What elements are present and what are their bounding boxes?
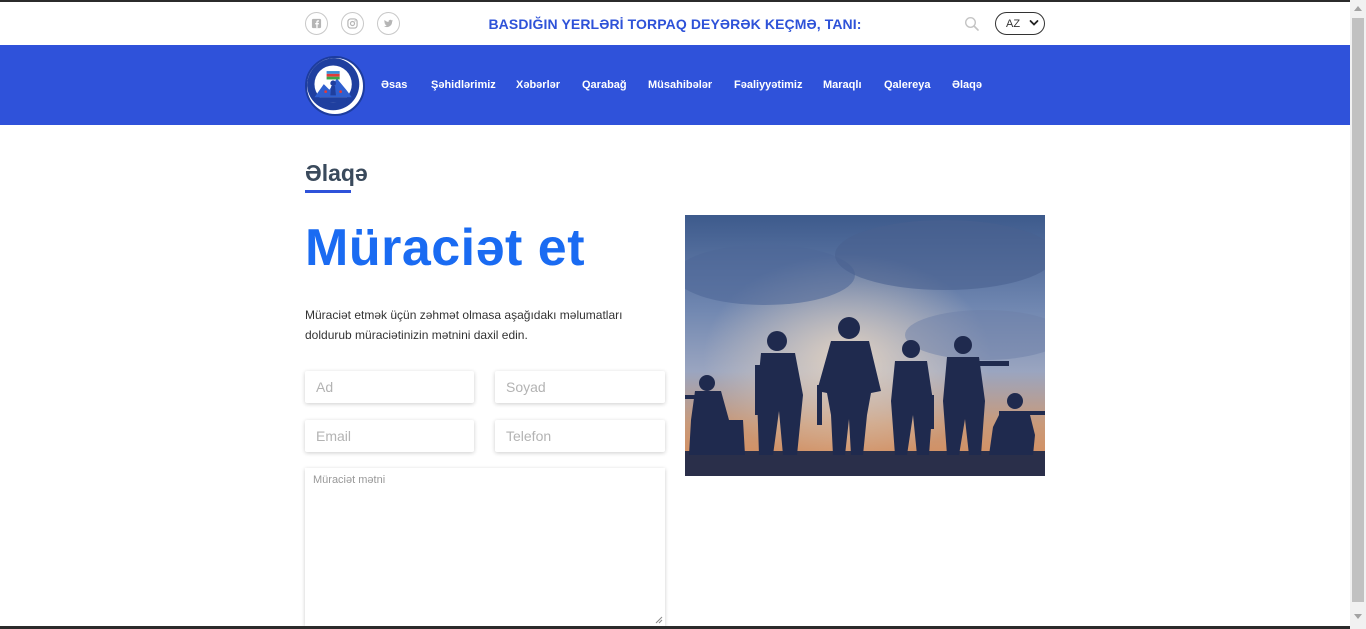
page-scrollbar[interactable]	[1350, 0, 1366, 629]
nav-item-elaqe[interactable]: Əlaqə	[952, 79, 982, 91]
contact-heading: Müraciət et	[305, 219, 586, 277]
nav-item-xeberler[interactable]: Xəbərlər	[516, 79, 560, 91]
phone-input[interactable]: Telefon	[495, 420, 665, 452]
instagram-icon[interactable]	[341, 12, 364, 35]
language-value: AZ	[1006, 17, 1021, 30]
nav-item-qarabag[interactable]: Qarabağ	[582, 79, 627, 91]
email-input[interactable]: Email	[305, 420, 474, 452]
nav-item-fealiyyetimiz[interactable]: Fəaliyyətimiz	[734, 79, 802, 91]
nav-item-sehidlerimiz[interactable]: Şəhidlərimiz	[431, 79, 496, 91]
nav-item-qalereya[interactable]: Qalereya	[884, 79, 930, 91]
top-bar: BASDIĞIN YERLƏRİ TORPAQ DEYƏRƏK KEÇMƏ, T…	[0, 2, 1350, 45]
surname-input[interactable]: Soyad	[495, 371, 665, 403]
scroll-up-arrow-icon[interactable]	[1354, 6, 1362, 11]
language-select[interactable]: AZ	[995, 12, 1045, 35]
scroll-down-arrow-icon[interactable]	[1354, 614, 1362, 619]
slogan-text: BASDIĞIN YERLƏRİ TORPAQ DEYƏRƏK KEÇMƏ, T…	[488, 16, 862, 32]
twitter-icon[interactable]	[377, 12, 400, 35]
resize-grip-icon[interactable]	[655, 616, 663, 624]
soldiers-image	[685, 215, 1045, 476]
search-icon[interactable]	[964, 16, 980, 32]
intro-text: Müraciət etmək üçün zəhmət olmasa aşağıd…	[305, 308, 623, 342]
scrollbar-thumb[interactable]	[1352, 18, 1364, 602]
site-logo[interactable]	[305, 56, 365, 116]
chevron-down-icon	[1029, 20, 1039, 26]
surname-placeholder: Soyad	[506, 379, 546, 395]
nav-item-musahibeler[interactable]: Müsahibələr	[648, 79, 712, 91]
nav-item-esas[interactable]: Əsas	[381, 79, 407, 91]
nav-item-maraqli[interactable]: Maraqlı	[823, 79, 862, 91]
page-title: Əlaqə	[305, 160, 368, 186]
message-textarea[interactable]: Müraciət mətni	[305, 468, 665, 626]
name-placeholder: Ad	[316, 379, 334, 395]
message-placeholder: Müraciət mətni	[313, 474, 386, 486]
phone-placeholder: Telefon	[506, 428, 552, 444]
main-navbar: Əsas Şəhidlərimiz Xəbərlər Qarabağ Müsah…	[0, 45, 1350, 125]
name-input[interactable]: Ad	[305, 371, 474, 403]
email-placeholder: Email	[316, 428, 352, 444]
title-underline	[305, 190, 351, 193]
facebook-icon[interactable]	[305, 12, 328, 35]
